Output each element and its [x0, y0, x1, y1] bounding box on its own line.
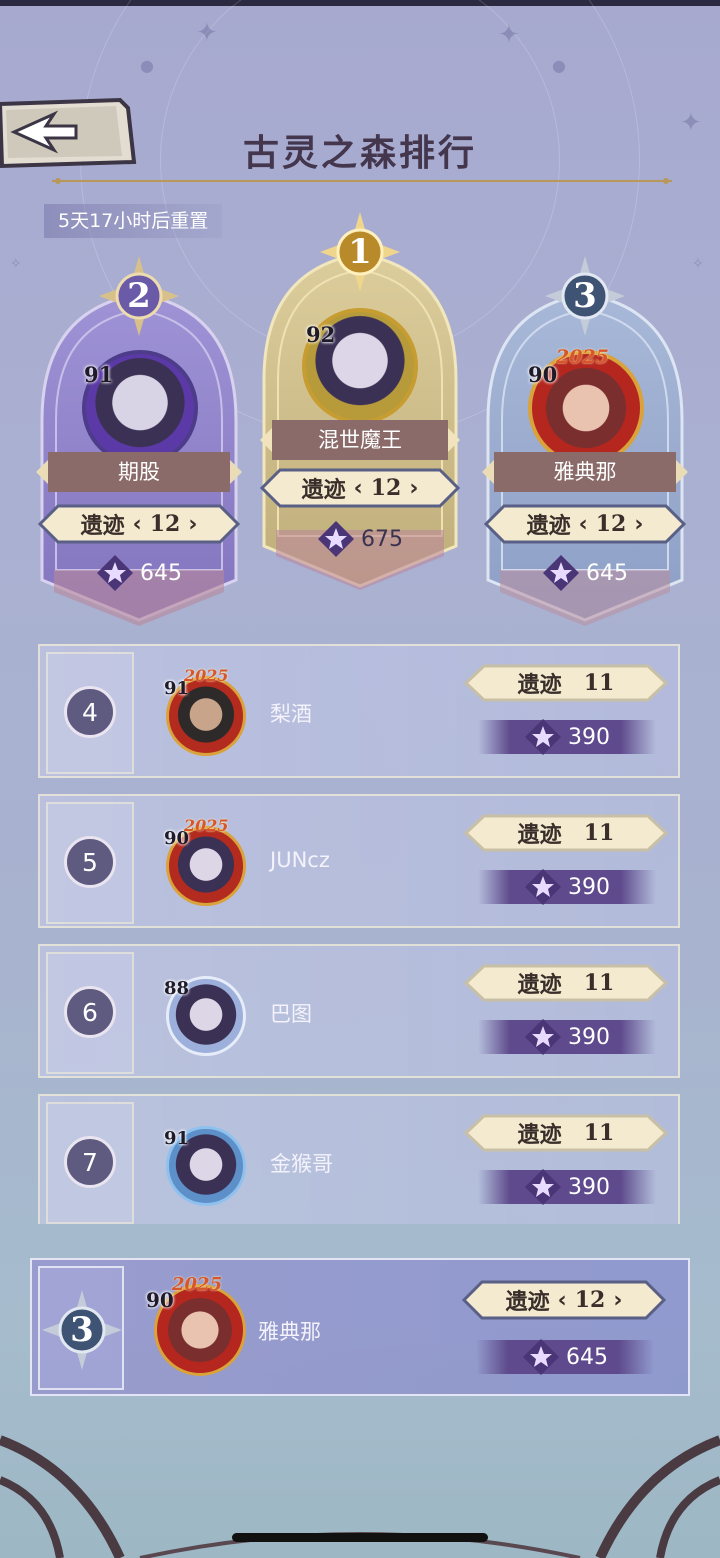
relic-label: 遗迹 [517, 1123, 562, 1148]
score-value: 390 [568, 1024, 610, 1050]
podium-rank-3[interactable]: 3 90 2025 雅典那 遗迹 ‹ 12 › 645 [480, 256, 690, 632]
relic-count: 遗迹 11 [462, 662, 670, 704]
player-level: 90 [146, 1288, 174, 1312]
event-badge-2025: 2025 [172, 1274, 223, 1295]
relic-label: 遗迹 [80, 514, 125, 539]
relic-count: 遗迹 ‹ 12 › [460, 1280, 668, 1320]
chevron-left-icon: ‹ [132, 511, 142, 537]
player-level: 91 [164, 1128, 190, 1149]
status-bar [0, 0, 720, 6]
event-badge-2025: 2025 [184, 666, 229, 685]
star-gem-icon [525, 1019, 561, 1055]
player-name: 混世魔王 [318, 428, 402, 452]
player-level: 88 [164, 978, 190, 999]
chevron-right-icon: › [613, 1287, 623, 1313]
relic-label: 遗迹 [505, 1290, 550, 1315]
event-badge-2025: 2025 [556, 346, 609, 368]
player-name: 巴图 [270, 1002, 312, 1026]
rank-number: 5 [64, 836, 116, 888]
relic-value: 11 [583, 670, 615, 696]
podium-rank-2[interactable]: 2 91 期股 遗迹 ‹ 12 › 645 [34, 256, 244, 632]
player-name: 金猴哥 [270, 1152, 333, 1176]
star-gem-icon [543, 555, 579, 591]
title-divider [52, 178, 672, 184]
relic-count: 遗迹 11 [462, 962, 670, 1004]
score-value: 390 [568, 874, 610, 900]
relic-value: 11 [583, 1120, 615, 1146]
star-gem-icon [525, 719, 561, 755]
score-row: 390 [478, 1169, 656, 1205]
event-badge-2025: 2025 [184, 816, 229, 835]
player-name: 期股 [118, 460, 160, 484]
relic-count: 遗迹 11 [462, 1112, 670, 1154]
chevron-left-icon: ‹ [578, 511, 588, 537]
rank-number: 7 [64, 1136, 116, 1188]
score-value: 645 [566, 1344, 608, 1370]
rank-medal: 1 [318, 210, 402, 294]
score-value: 390 [568, 724, 610, 750]
relic-label: 遗迹 [517, 823, 562, 848]
relic-count: 遗迹 ‹ 12 › [258, 468, 462, 508]
score-row: 645 [74, 555, 204, 591]
score-value: 645 [586, 560, 628, 586]
ranking-row-7[interactable]: 7 91 金猴哥 遗迹 11 390 [38, 1094, 680, 1224]
chevron-left-icon: ‹ [557, 1287, 567, 1313]
relic-value: 12 [149, 511, 181, 537]
chevron-left-icon: ‹ [353, 475, 363, 501]
score-value: 675 [361, 526, 403, 552]
player-name: JUNcz [270, 848, 330, 872]
relic-label: 遗迹 [301, 478, 346, 503]
score-row: 675 [294, 521, 426, 557]
chevron-right-icon: › [634, 511, 644, 537]
rank-number: 4 [64, 686, 116, 738]
rank-medal: 3 [543, 254, 627, 338]
my-rank-number: 3 [70, 1310, 94, 1350]
relic-value: 12 [574, 1287, 606, 1313]
player-level: 91 [84, 362, 114, 387]
rank-number: 6 [64, 986, 116, 1038]
rank-medal: 2 [97, 254, 181, 338]
relic-count: 遗迹 ‹ 12 › [36, 504, 242, 544]
relic-value: 11 [583, 970, 615, 996]
chevron-right-icon: › [188, 511, 198, 537]
relic-value: 12 [595, 511, 627, 537]
podium-rank-1[interactable]: 1 92 混世魔王 遗迹 ‹ 12 › 675 [258, 212, 462, 594]
chevron-right-icon: › [409, 475, 419, 501]
rank-medal: 3 [40, 1288, 124, 1372]
relic-label: 遗迹 [526, 514, 571, 539]
player-name: 梨酒 [270, 702, 312, 726]
score-row: 645 [520, 555, 650, 591]
ranking-row-4[interactable]: 4 91 2025 梨酒 遗迹 11 390 [38, 644, 680, 778]
star-gem-icon [525, 869, 561, 905]
score-row: 390 [478, 719, 656, 755]
relic-value: 12 [370, 475, 402, 501]
player-name: 雅典那 [258, 1320, 321, 1344]
page-title: 古灵之森排行 [242, 132, 477, 174]
player-name: 雅典那 [553, 460, 617, 484]
relic-label: 遗迹 [517, 973, 562, 998]
ranking-row-6[interactable]: 6 88 巴图 遗迹 11 390 [38, 944, 680, 1078]
home-indicator[interactable] [232, 1533, 488, 1542]
reset-countdown: 5天17小时后重置 [44, 204, 223, 238]
relic-count: 遗迹 ‹ 12 › [482, 504, 688, 544]
relic-count: 遗迹 11 [462, 812, 670, 854]
score-row: 390 [478, 1019, 656, 1055]
relic-label: 遗迹 [517, 673, 562, 698]
ranking-row-5[interactable]: 5 90 2025 JUNcz 遗迹 11 390 [38, 794, 680, 928]
score-value: 390 [568, 1174, 610, 1200]
star-gem-icon [523, 1339, 559, 1375]
star-gem-icon [318, 521, 354, 557]
player-level: 90 [528, 362, 558, 387]
score-row: 645 [476, 1339, 654, 1375]
star-gem-icon [525, 1169, 561, 1205]
star-gem-icon [97, 555, 133, 591]
score-value: 645 [140, 560, 182, 586]
score-row: 390 [478, 869, 656, 905]
my-rank-row[interactable]: 3 90 2025 雅典那 遗迹 ‹ 12 › 645 [30, 1258, 690, 1396]
relic-value: 11 [583, 820, 615, 846]
player-level: 92 [306, 322, 336, 347]
